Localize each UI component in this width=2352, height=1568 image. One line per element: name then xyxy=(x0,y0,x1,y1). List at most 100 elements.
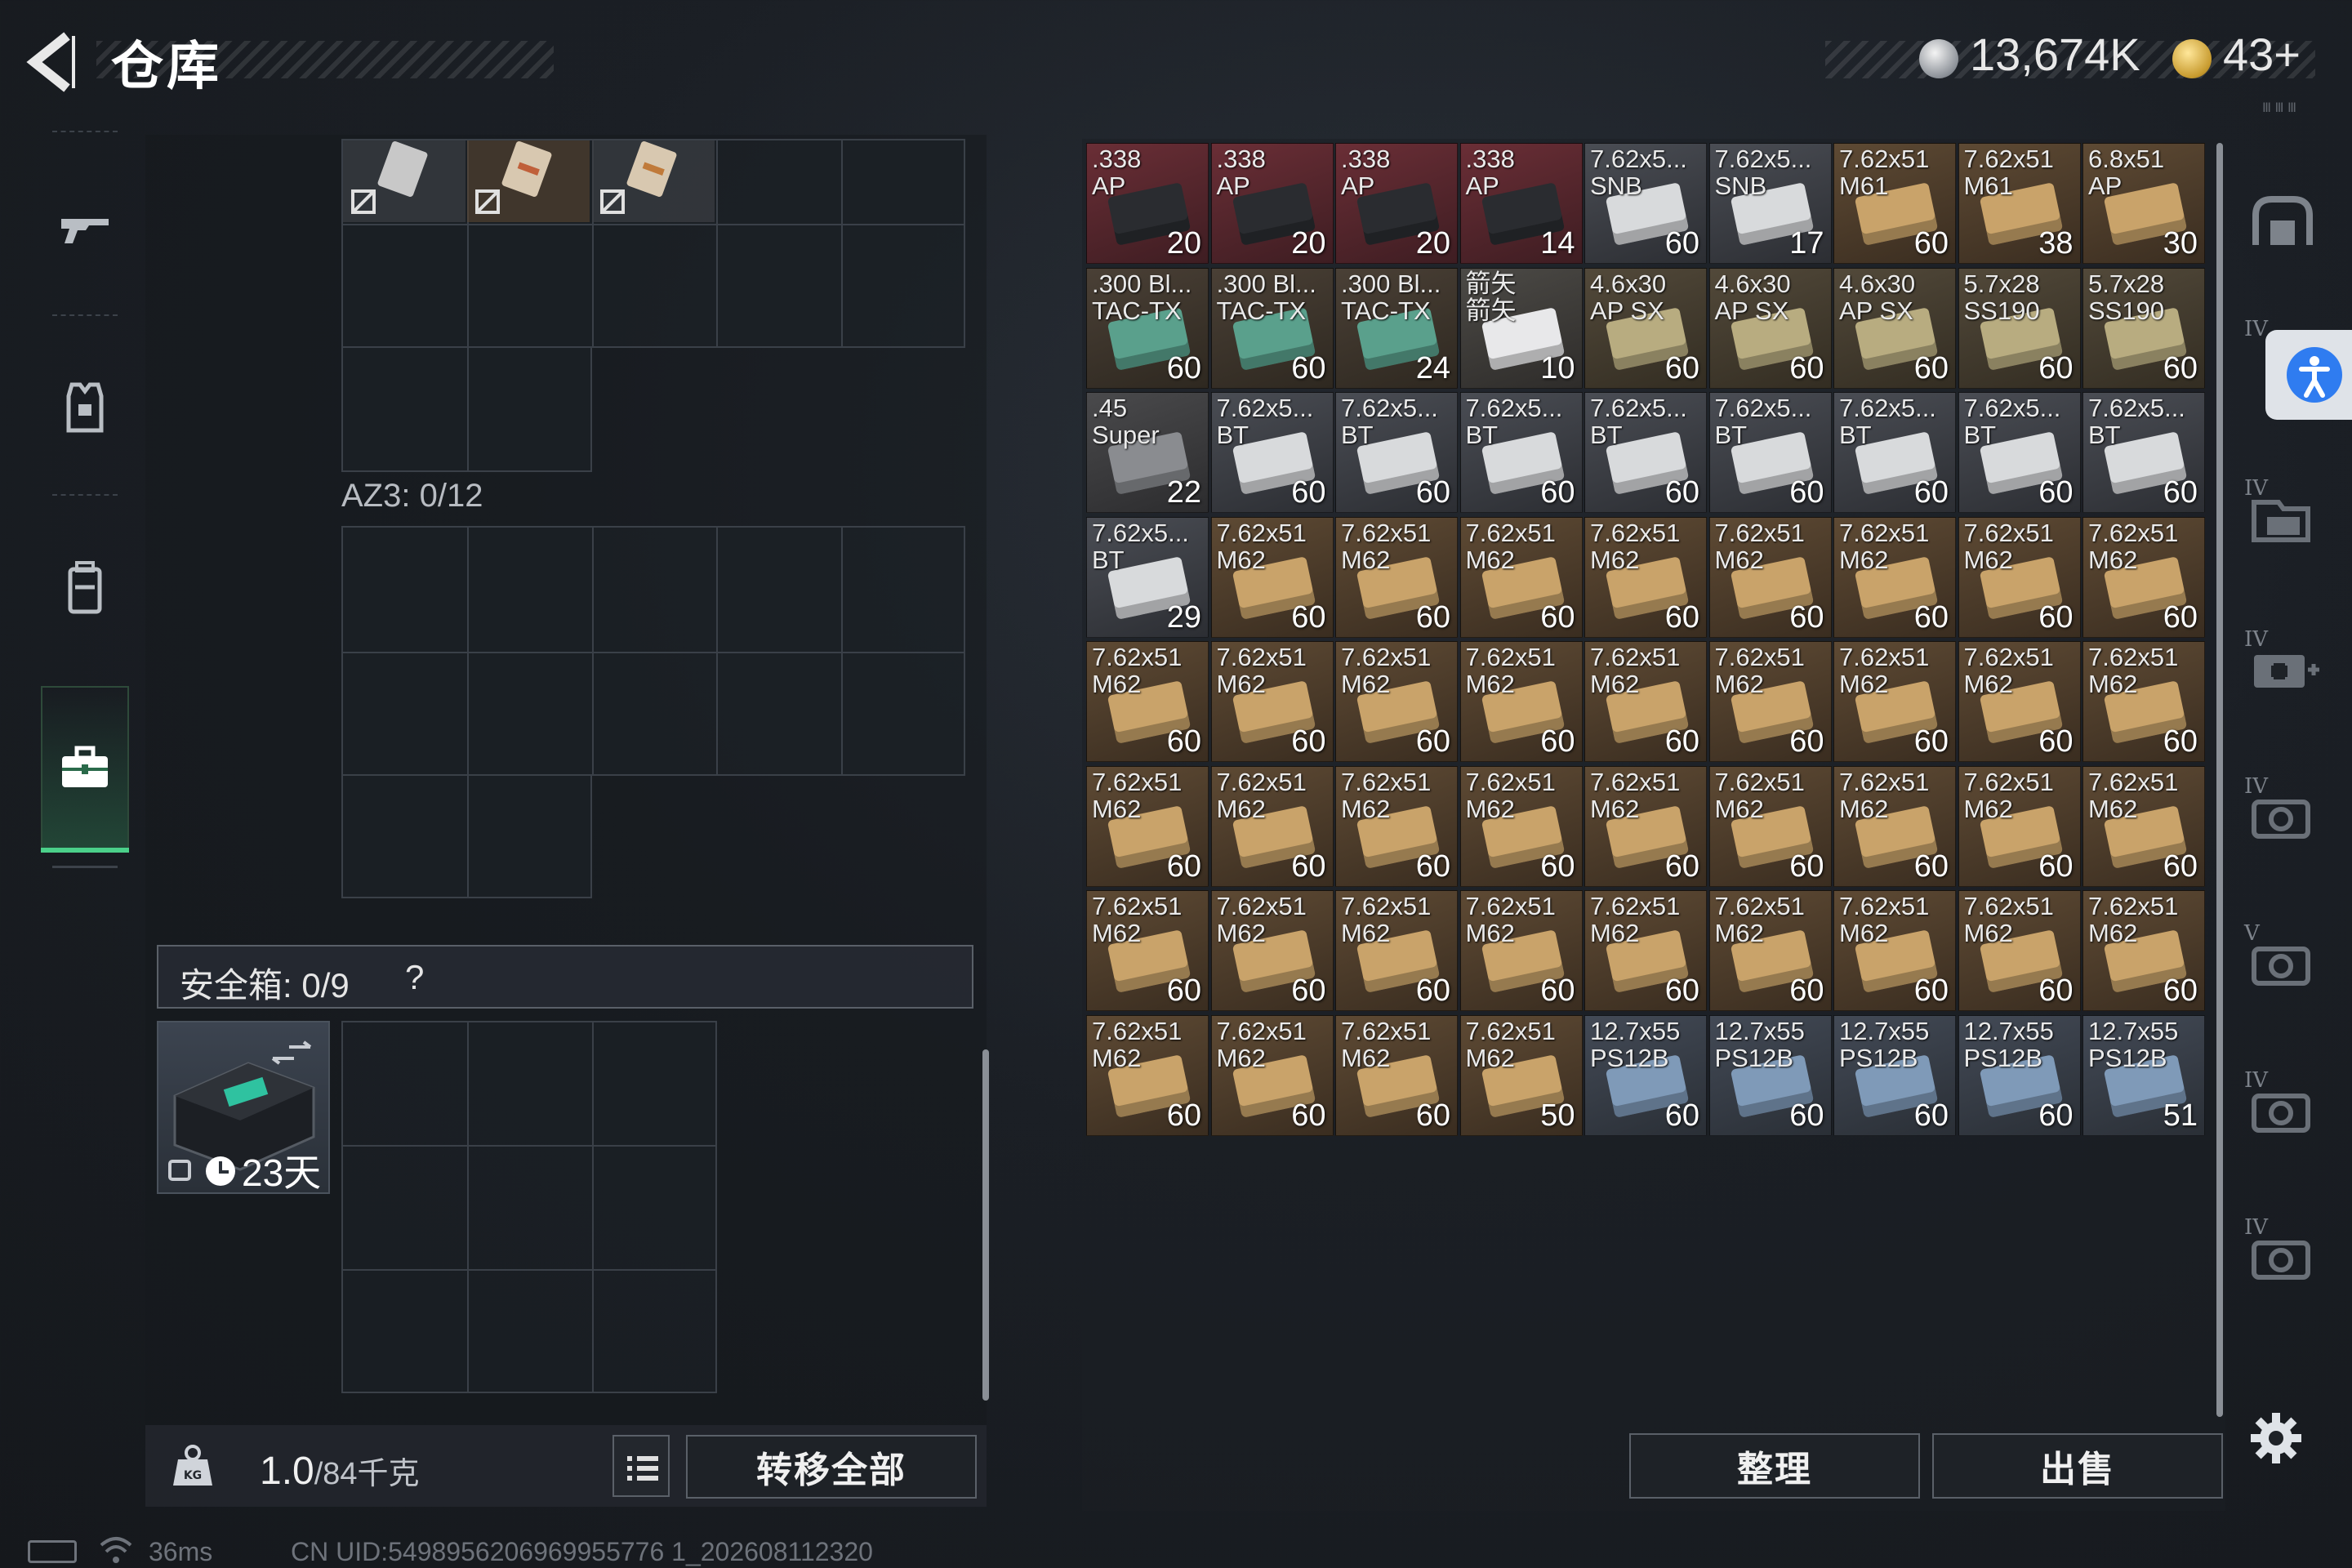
storage-item[interactable]: 7.62x51 M62 60 xyxy=(2082,641,2205,762)
category-containers[interactable]: IV xyxy=(2238,470,2328,568)
storage-item[interactable]: 7.62x51 M62 60 xyxy=(1708,765,1832,887)
storage-item[interactable]: 7.62x5... SNB 17 xyxy=(1708,143,1832,264)
storage-item[interactable]: .338 AP 14 xyxy=(1459,143,1583,264)
storage-item[interactable]: 7.62x51 M62 60 xyxy=(1708,641,1832,762)
category-valuables[interactable]: V xyxy=(2238,915,2328,1013)
storage-item[interactable]: 12.7x55 PS12B 60 xyxy=(1708,1014,1832,1136)
storage-item[interactable]: 7.62x5... BT 60 xyxy=(1210,392,1334,513)
storage-item[interactable]: 7.62x51 M62 60 xyxy=(1335,765,1458,887)
grid-item-slot[interactable] xyxy=(467,140,590,222)
category-electronics[interactable]: IV xyxy=(2238,1062,2328,1160)
storage-item[interactable]: 4.6x30 AP SX 60 xyxy=(1833,267,1956,389)
storage-item[interactable]: 7.62x51 M62 60 xyxy=(1833,765,1956,887)
storage-item[interactable]: 12.7x55 PS12B 51 xyxy=(2082,1014,2205,1136)
sort-button[interactable]: 整理 xyxy=(1629,1433,1920,1499)
storage-item[interactable]: 7.62x51 M62 60 xyxy=(1584,641,1707,762)
storage-item[interactable]: 7.62x51 M62 60 xyxy=(1210,890,1334,1011)
storage-item[interactable]: 箭矢 箭矢 10 xyxy=(1459,267,1583,389)
container-scrollbar[interactable] xyxy=(982,1049,989,1401)
storage-item[interactable]: 7.62x51 M62 60 xyxy=(1459,516,1583,638)
storage-item[interactable]: 7.62x51 M62 60 xyxy=(1584,516,1707,638)
storage-item[interactable]: 12.7x55 PS12B 60 xyxy=(1584,1014,1707,1136)
transfer-all-button[interactable]: 转移全部 xyxy=(686,1435,977,1499)
storage-item[interactable]: .45 Super 22 xyxy=(1086,392,1209,513)
accessibility-button[interactable] xyxy=(2265,330,2352,420)
storage-item[interactable]: 7.62x51 M62 60 xyxy=(1958,516,2081,638)
storage-item[interactable]: 7.62x51 M62 60 xyxy=(1459,890,1583,1011)
nav-item-armor[interactable] xyxy=(28,327,142,490)
storage-item[interactable]: 7.62x51 M62 60 xyxy=(1086,765,1209,887)
storage-item[interactable]: .338 AP 20 xyxy=(1335,143,1458,264)
storage-item[interactable]: 7.62x51 M62 60 xyxy=(1958,641,2081,762)
storage-item[interactable]: 7.62x51 M62 60 xyxy=(1958,765,2081,887)
storage-item[interactable]: 7.62x51 M61 60 xyxy=(1833,143,1956,264)
storage-item[interactable]: 7.62x5... BT 60 xyxy=(1958,392,2081,513)
storage-item[interactable]: 7.62x51 M62 60 xyxy=(1459,641,1583,762)
nav-item-weapon[interactable] xyxy=(28,147,142,310)
back-button[interactable] xyxy=(24,29,82,95)
nav-item-case[interactable] xyxy=(28,686,142,849)
storage-item[interactable]: 12.7x55 PS12B 60 xyxy=(1958,1014,2081,1136)
storage-item[interactable]: 5.7x28 SS190 60 xyxy=(1958,267,2081,389)
container-grid-top-extension[interactable] xyxy=(341,346,592,472)
storage-item[interactable]: 7.62x51 M62 60 xyxy=(1833,516,1956,638)
storage-item[interactable]: 7.62x51 M62 60 xyxy=(1086,890,1209,1011)
storage-item[interactable]: 7.62x51 M62 60 xyxy=(1833,641,1956,762)
storage-item[interactable]: 7.62x51 M62 60 xyxy=(1335,890,1458,1011)
storage-item[interactable]: 7.62x51 M62 60 xyxy=(1584,890,1707,1011)
help-icon[interactable]: ? xyxy=(405,958,424,997)
az3-grid-extension[interactable] xyxy=(341,774,592,898)
storage-item[interactable]: .338 AP 20 xyxy=(1210,143,1334,264)
storage-item[interactable]: 7.62x5... BT 29 xyxy=(1086,516,1209,638)
storage-item[interactable]: 7.62x51 M62 60 xyxy=(1086,641,1209,762)
storage-item[interactable]: 4.6x30 AP SX 60 xyxy=(1584,267,1707,389)
storage-item[interactable]: .300 Bl... TAC-TX 60 xyxy=(1086,267,1209,389)
storage-item[interactable]: 6.8x51 AP 30 xyxy=(2082,143,2205,264)
settings-button[interactable] xyxy=(2247,1410,2305,1467)
storage-item[interactable]: 7.62x51 M62 60 xyxy=(1210,516,1334,638)
storage-item[interactable]: 7.62x5... BT 60 xyxy=(1833,392,1956,513)
az3-grid[interactable] xyxy=(341,526,965,776)
grid-item-slot[interactable] xyxy=(592,140,715,222)
storage-item[interactable]: 12.7x55 PS12B 60 xyxy=(1833,1014,1956,1136)
storage-item[interactable]: 7.62x5... BT 60 xyxy=(1335,392,1458,513)
storage-item[interactable]: 5.7x28 SS190 60 xyxy=(2082,267,2205,389)
storage-scrollbar[interactable] xyxy=(2216,143,2223,1417)
storage-item[interactable]: 7.62x51 M61 38 xyxy=(1958,143,2081,264)
storage-item[interactable]: 7.62x5... BT 60 xyxy=(1708,392,1832,513)
category-misc[interactable]: IV xyxy=(2238,1209,2328,1307)
storage-item[interactable]: 7.62x51 M62 60 xyxy=(2082,516,2205,638)
storage-item[interactable]: 7.62x51 M62 50 xyxy=(1459,1014,1583,1136)
storage-item[interactable]: 7.62x51 M62 60 xyxy=(1210,765,1334,887)
storage-item[interactable]: 4.6x30 AP SX 60 xyxy=(1708,267,1832,389)
storage-item[interactable]: 7.62x5... BT 60 xyxy=(1459,392,1583,513)
storage-item[interactable]: 7.62x5... BT 60 xyxy=(1584,392,1707,513)
nav-item-backpack[interactable] xyxy=(28,506,142,670)
silver-amount[interactable]: 13,674K xyxy=(1970,28,2140,81)
storage-item[interactable]: 7.62x51 M62 60 xyxy=(1958,890,2081,1011)
storage-item[interactable]: 7.62x51 M62 60 xyxy=(1210,1014,1334,1136)
storage-item[interactable]: 7.62x51 M62 60 xyxy=(1708,516,1832,638)
storage-item[interactable]: 7.62x51 M62 60 xyxy=(1086,1014,1209,1136)
category-keys[interactable]: IV xyxy=(2238,768,2328,866)
category-all[interactable] xyxy=(2238,180,2328,278)
storage-item[interactable]: 7.62x51 M62 60 xyxy=(1210,641,1334,762)
category-medical[interactable]: IV xyxy=(2238,621,2328,719)
storage-item[interactable]: 7.62x51 M62 60 xyxy=(1584,765,1707,887)
storage-item[interactable]: 7.62x51 M62 60 xyxy=(1335,516,1458,638)
sell-button[interactable]: 出售 xyxy=(1932,1433,2223,1499)
storage-item[interactable]: 7.62x51 M62 60 xyxy=(1335,641,1458,762)
storage-item[interactable]: 7.62x5... BT 60 xyxy=(2082,392,2205,513)
storage-item[interactable]: 7.62x51 M62 60 xyxy=(1459,765,1583,887)
list-view-button[interactable] xyxy=(612,1435,670,1497)
storage-item[interactable]: 7.62x51 M62 60 xyxy=(1708,890,1832,1011)
gold-amount[interactable]: 43+ xyxy=(2223,28,2301,81)
storage-item[interactable]: .300 Bl... TAC-TX 24 xyxy=(1335,267,1458,389)
storage-item[interactable]: 7.62x51 M62 60 xyxy=(2082,765,2205,887)
storage-item[interactable]: .338 AP 20 xyxy=(1086,143,1209,264)
storage-item[interactable]: 7.62x51 M62 60 xyxy=(1833,890,1956,1011)
grid-item-slot[interactable] xyxy=(343,140,466,222)
storage-item[interactable]: 7.62x51 M62 60 xyxy=(2082,890,2205,1011)
safebox-grid[interactable] xyxy=(341,1021,717,1393)
storage-item[interactable]: .300 Bl... TAC-TX 60 xyxy=(1210,267,1334,389)
